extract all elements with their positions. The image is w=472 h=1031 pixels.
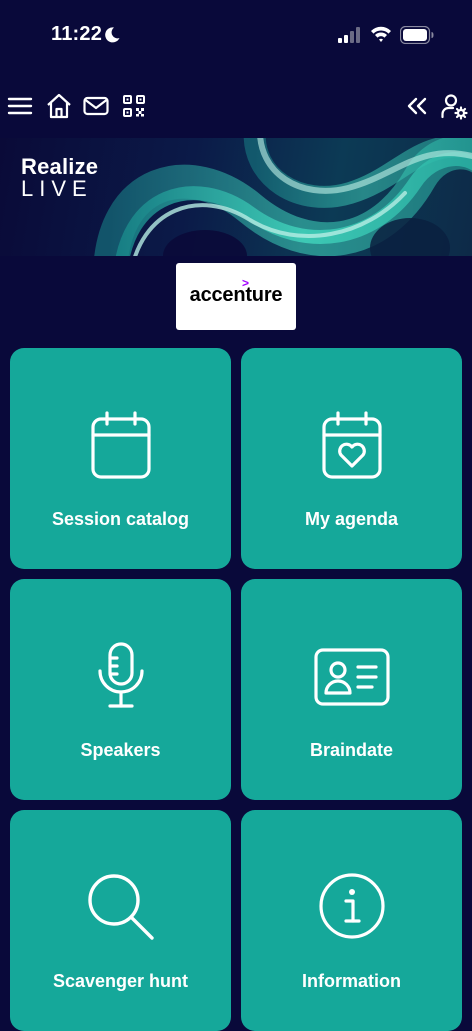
info-icon: [318, 872, 386, 940]
tile-label: Scavenger hunt: [52, 971, 189, 991]
sponsor-logo[interactable]: > accenture: [176, 263, 296, 330]
banner-subtitle: LIVE: [21, 176, 93, 201]
tile-braindate[interactable]: Braindate: [241, 579, 462, 800]
tile-label: Speakers: [80, 740, 161, 760]
status-bar: 11:22: [0, 0, 472, 70]
qr-code-icon[interactable]: [120, 92, 148, 120]
tile-label: Braindate: [309, 740, 394, 760]
tile-session-catalog[interactable]: Session catalog: [10, 348, 231, 569]
cellular-signal-icon: [338, 27, 362, 48]
calendar-icon: [90, 410, 152, 480]
event-banner: Realize LIVE: [0, 138, 472, 256]
id-card-icon: [313, 647, 390, 707]
tile-speakers[interactable]: Speakers: [10, 579, 231, 800]
tile-information[interactable]: Information: [241, 810, 462, 1031]
top-toolbar: [0, 88, 472, 124]
battery-icon: [399, 25, 434, 49]
sponsor-name: accenture: [189, 284, 283, 306]
microphone-icon: [96, 641, 146, 711]
tile-scavenger-hunt[interactable]: Scavenger hunt: [10, 810, 231, 1031]
tile-label: Session catalog: [51, 509, 190, 529]
mail-icon[interactable]: [82, 92, 110, 120]
home-icon[interactable]: [45, 92, 73, 120]
menu-icon[interactable]: [6, 92, 34, 120]
moon-icon: [103, 26, 121, 49]
collapse-chevrons-icon[interactable]: [403, 92, 431, 120]
tile-my-agenda[interactable]: My agenda: [241, 348, 462, 569]
tile-label: Information: [302, 971, 401, 991]
calendar-heart-icon: [321, 410, 383, 480]
wifi-icon: [370, 25, 392, 48]
status-time: 11:22: [51, 23, 103, 45]
search-icon: [86, 872, 156, 942]
user-settings-icon[interactable]: [440, 92, 468, 120]
tile-label: My agenda: [304, 509, 399, 529]
